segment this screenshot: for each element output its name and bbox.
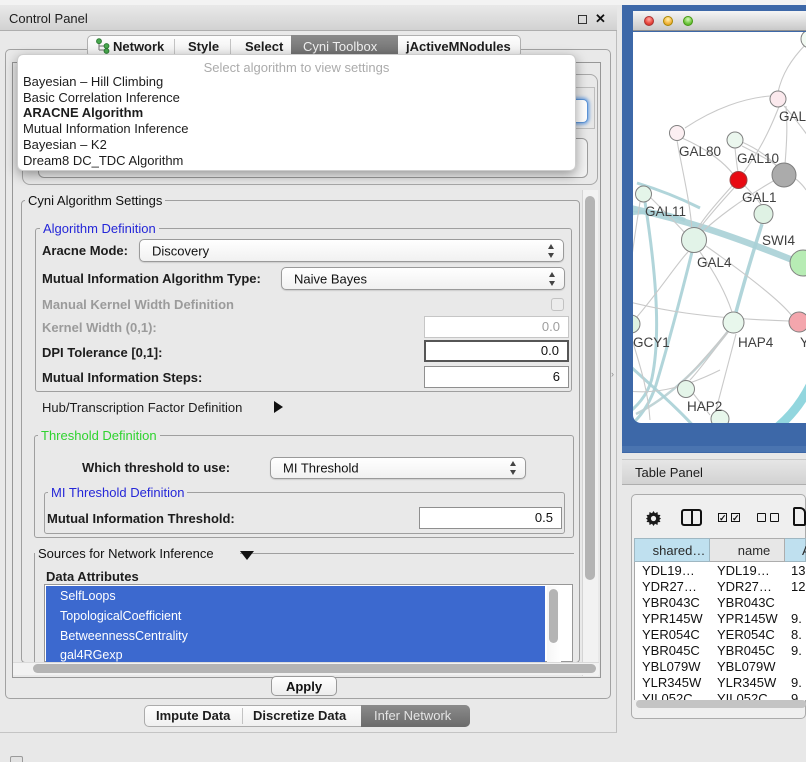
svg-text:SWI4: SWI4	[762, 233, 795, 248]
svg-text:GAL10: GAL10	[737, 151, 779, 166]
svg-text:GAL2: GAL2	[779, 109, 806, 124]
svg-text:GAL1: GAL1	[742, 190, 777, 205]
svg-text:HAP4: HAP4	[738, 335, 774, 350]
svg-text:GCY1: GCY1	[633, 335, 670, 350]
svg-text:GAL11: GAL11	[645, 204, 686, 219]
svg-text:Y: Y	[800, 335, 806, 350]
svg-text:GAL80: GAL80	[679, 144, 721, 159]
svg-text:GAL4: GAL4	[697, 255, 732, 270]
svg-text:HAP2: HAP2	[687, 399, 722, 414]
